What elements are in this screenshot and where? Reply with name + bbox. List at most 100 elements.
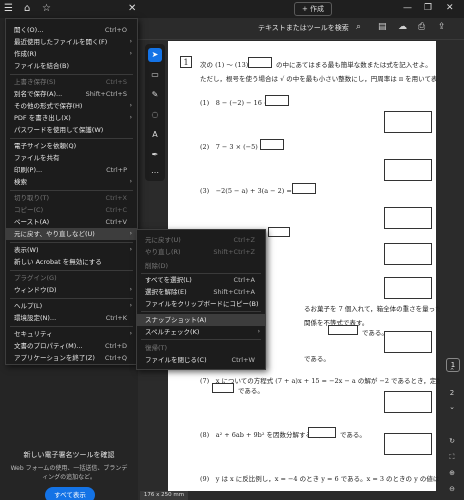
menu-item-properties[interactable]: 文書のプロパティ(M)... Ctrl+D — [6, 340, 137, 352]
submenu-item-select-all[interactable]: すべてを選択(L) Ctrl+A — [137, 274, 265, 286]
chevron-right-icon: › — [129, 114, 132, 121]
menu-item-share[interactable]: ファイルを共有 — [6, 152, 137, 164]
fit-page-icon[interactable]: ⛶ — [445, 453, 459, 462]
question-1: (1) 8 − (−2) − 16 = — [200, 99, 270, 107]
submenu-item-copy-to-clipboard[interactable]: ファイルをクリップボードにコピー(B) — [137, 298, 265, 310]
zoom-out-icon[interactable]: ⊖ — [445, 485, 459, 493]
rotate-icon[interactable]: ↻ — [445, 437, 459, 445]
question-7b: である。 — [238, 387, 264, 395]
menu-item-combine[interactable]: ファイルを結合(B) — [6, 60, 137, 72]
menu-item-password-protect[interactable]: パスワードを使用して保護(W) — [6, 124, 137, 136]
submenu-item-snapshot[interactable]: スナップショット(A) — [137, 314, 265, 326]
menu-item-copy: コピー(C) Ctrl+C — [14, 206, 127, 214]
menu-item-preferences[interactable]: 環境設定(N)... Ctrl+K — [6, 312, 137, 324]
question-8: (8) a² + 6ab + 9b² を因数分解すると， — [200, 431, 325, 439]
minimize-icon[interactable]: — — [403, 1, 412, 15]
menu-item-export-pdf[interactable]: PDF を書き出し(X) › — [6, 112, 137, 124]
maximize-icon[interactable]: ❐ — [424, 1, 432, 15]
page-size-indicator: 176 x 250 mm — [140, 491, 188, 500]
answer-box — [248, 57, 272, 68]
question-7: (7) x についての方程式 (7 + a)x + 15 = −2x − a の… — [200, 377, 449, 385]
submenu-item-redo: やり直し(R) Shift+Ctrl+Z — [145, 248, 255, 256]
close-tab-icon[interactable]: ✕ — [128, 2, 136, 16]
answer-box — [328, 325, 358, 335]
menu-item-save-as[interactable]: 別名で保存(A)... Shift+Ctrl+S — [6, 88, 137, 100]
quick-tools-strip: ➤ ▭ ✎ ◌ A ✒ ⋯ — [145, 44, 165, 181]
menu-item-window[interactable]: ウィンドウ(D) › — [6, 284, 137, 296]
question-frag-3: である。 — [304, 355, 330, 363]
menu-item-save-other[interactable]: その他の形式で保存(H) › — [6, 100, 137, 112]
question-3: (3) −2(5 − a) + 3(a − 2) = — [200, 187, 292, 195]
menu-item-undo-redo[interactable]: 元に戻す、やり直しなど(U) › — [6, 228, 137, 240]
answer-box — [308, 427, 336, 438]
menu-item-security[interactable]: セキュリティ › — [6, 328, 137, 340]
menu-item-disable-new-acrobat[interactable]: 新しい Acrobat を無効にする — [6, 256, 137, 268]
page-down-icon[interactable]: ⌄ — [445, 403, 459, 411]
menu-item-find[interactable]: 検索 › — [6, 176, 137, 188]
chevron-right-icon: › — [129, 230, 132, 237]
zoom-in-icon[interactable]: ⊕ — [445, 469, 459, 477]
menu-item-print[interactable]: 印刷(P)... Ctrl+P — [6, 164, 137, 176]
menu-item-create[interactable]: 作成(R) › — [6, 48, 137, 60]
submenu-item-close-file[interactable]: ファイルを閉じる(C) Ctrl+W — [137, 354, 265, 366]
answer-box — [212, 383, 234, 393]
menu-item-cut: 切り取り(T) Ctrl+X — [14, 194, 127, 202]
save-icon[interactable]: ▤ — [378, 22, 387, 32]
submenu-item-undo: 元に戻す(U) Ctrl+Z — [145, 236, 255, 244]
question-9: (9) y は x に反比例し，x = −4 のとき y = 6 である。x =… — [200, 475, 440, 483]
chevron-right-icon: › — [129, 246, 132, 253]
menu-item-plugins: プラグイン(G) — [14, 274, 57, 282]
pen-icon[interactable]: ✎ — [148, 88, 162, 102]
comment-icon[interactable]: ▭ — [148, 68, 162, 82]
chevron-right-icon: › — [129, 178, 132, 185]
menu-item-request-sign[interactable]: 電子サインを依頼(Q) — [6, 140, 137, 152]
upload-cloud-icon[interactable]: ☁ — [398, 22, 407, 32]
answer-box — [292, 183, 316, 194]
sign-icon[interactable]: ✒ — [148, 148, 162, 162]
chevron-right-icon: › — [257, 328, 260, 335]
chevron-right-icon: › — [129, 330, 132, 337]
menu-item-paste[interactable]: ペースト(A) Ctrl+V — [6, 216, 137, 228]
question-8b: である。 — [340, 431, 366, 439]
submenu-item-delete: 削除(D) — [145, 262, 169, 270]
print-icon[interactable]: ⎙ — [418, 22, 425, 32]
intro-line-2: ただし，根号を使う場合は √ の中を最も小さい整数にし，円周率は π を用いて表 — [200, 75, 438, 83]
menu-icon[interactable]: ☰ — [4, 2, 13, 16]
submenu-item-revert: 復帰(T) — [145, 344, 168, 352]
submenu-item-deselect[interactable]: 選択を解除(E) Shift+Ctrl+A — [137, 286, 265, 298]
menu-item-recent[interactable]: 最近使用したファイルを開く(F) › — [6, 36, 137, 48]
chevron-right-icon: › — [129, 50, 132, 57]
undo-redo-submenu: 元に戻す(U) Ctrl+Z やり直し(R) Shift+Ctrl+Z 削除(D) … — [136, 229, 266, 370]
home-icon[interactable]: ⌂ — [24, 2, 30, 16]
chevron-right-icon: › — [129, 302, 132, 309]
page-current-box[interactable]: 1 — [446, 358, 460, 372]
share-icon[interactable]: ⇪ — [438, 22, 446, 32]
answer-box — [384, 391, 432, 413]
menu-item-save: 上書き保存(S) Ctrl+S — [14, 78, 127, 86]
promo-text: Web フォームの使用、一括送信、ブランディングの追加など。 — [10, 465, 128, 481]
menu-item-open[interactable]: 開く(O)... Ctrl+O — [6, 24, 137, 36]
see-all-button[interactable]: すべて表示 — [45, 487, 95, 500]
new-tab-button[interactable]: + 作成 — [294, 2, 332, 16]
chevron-right-icon: › — [129, 102, 132, 109]
answer-box — [384, 111, 432, 133]
lasso-icon[interactable]: ◌ — [148, 108, 162, 122]
answer-box — [384, 433, 432, 455]
answer-box — [260, 139, 284, 150]
answer-box — [384, 331, 432, 353]
text-box-icon[interactable]: A — [148, 128, 162, 142]
answer-box — [268, 227, 290, 237]
submenu-item-spellcheck[interactable]: スペルチェック(K) › — [137, 326, 265, 338]
page-next-number[interactable]: 2 — [445, 389, 459, 397]
more-tools-icon[interactable]: ⋯ — [148, 166, 162, 180]
menu-item-view[interactable]: 表示(W) › — [6, 244, 137, 256]
tool-search-box[interactable]: テキストまたはツールを検索 — [258, 23, 349, 33]
star-icon[interactable]: ☆ — [42, 2, 51, 16]
answer-box — [384, 277, 432, 299]
search-icon[interactable]: ⌕ — [356, 22, 361, 32]
close-window-icon[interactable]: ✕ — [446, 1, 454, 15]
answer-box — [265, 95, 289, 106]
select-cursor-icon[interactable]: ➤ — [148, 48, 162, 62]
menu-item-help[interactable]: ヘルプ(L) › — [6, 300, 137, 312]
menu-item-exit[interactable]: アプリケーションを終了(Z) Ctrl+Q — [6, 352, 137, 364]
